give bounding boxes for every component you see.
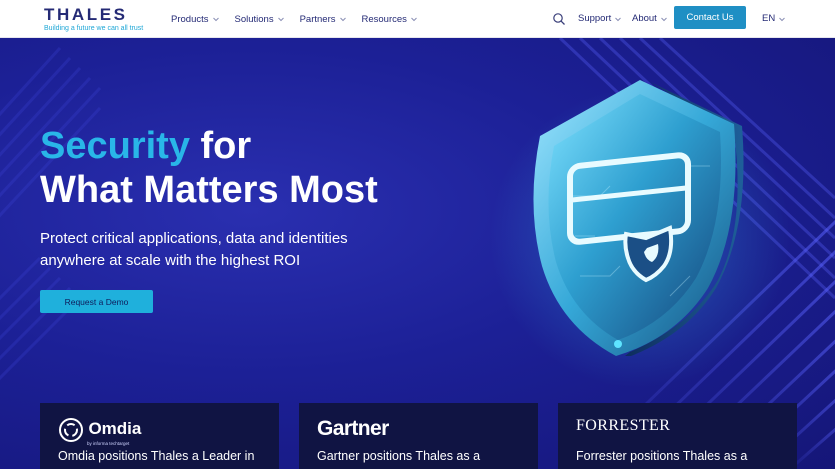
- analyst-card-omdia[interactable]: Omdia by informa techtarget Omdia positi…: [40, 403, 279, 469]
- nav-item-label: Products: [171, 13, 209, 25]
- chevron-down-icon: [211, 14, 221, 24]
- nav-item-label: Solutions: [234, 13, 274, 25]
- card-text: Forrester positions Thales as a: [576, 449, 748, 463]
- about-menu[interactable]: About: [632, 13, 669, 24]
- nav-item-resources[interactable]: Resources: [362, 14, 419, 25]
- omdia-wordmark: Omdia: [88, 419, 142, 439]
- analyst-card-gartner[interactable]: Gartner Gartner positions Thales as a: [299, 403, 538, 469]
- headline-accent: Security: [40, 125, 190, 167]
- contact-us-button[interactable]: Contact Us: [674, 6, 746, 29]
- main-menu: Products Solutions Partners Resources: [171, 0, 433, 38]
- card-text: Omdia positions Thales a Leader in: [58, 449, 255, 463]
- omdia-mark-icon: [59, 418, 83, 442]
- hero-headline: Security for What Matters Most: [40, 124, 460, 212]
- chevron-down-icon: [409, 14, 419, 24]
- subtext-line-2: anywhere at scale with the highest ROI: [40, 252, 301, 269]
- omdia-subbrand: by informa techtarget: [87, 441, 130, 446]
- nav-item-label: Resources: [361, 13, 407, 25]
- analyst-card-forrester[interactable]: FORRESTER Forrester positions Thales as …: [558, 403, 797, 469]
- tagline-part-2: we can all trust: [96, 25, 144, 32]
- about-label: About: [632, 13, 657, 24]
- gartner-wordmark: Gartner: [317, 417, 389, 440]
- thales-logo[interactable]: THALES Building a future we can all trus…: [44, 6, 156, 34]
- nav-item-solutions[interactable]: Solutions: [235, 14, 286, 25]
- nav-item-partners[interactable]: Partners: [300, 14, 348, 25]
- forrester-logo: FORRESTER: [576, 417, 670, 435]
- omdia-logo: Omdia by informa techtarget: [58, 417, 141, 446]
- logo-wordmark: THALES: [44, 5, 128, 24]
- hero-subtext: Protect critical applications, data and …: [40, 228, 400, 272]
- request-demo-button[interactable]: Request a Demo: [40, 290, 153, 313]
- language-label: EN: [762, 13, 776, 24]
- headline-line-1-rest: for: [189, 125, 252, 167]
- nav-item-label: Partners: [299, 13, 336, 25]
- forrester-wordmark: FORRESTER: [576, 417, 671, 434]
- nav-item-products[interactable]: Products: [171, 14, 221, 25]
- gartner-logo: Gartner: [317, 417, 389, 441]
- shield-icon: [533, 80, 744, 356]
- search-icon[interactable]: [552, 12, 566, 26]
- support-label: Support: [578, 13, 612, 24]
- chevron-down-icon: [659, 14, 669, 24]
- subtext-line-1: Protect critical applications, data and …: [40, 230, 348, 247]
- headline-line-2: What Matters Most: [40, 169, 378, 211]
- logo-tagline: Building a future we can all trust: [44, 24, 156, 33]
- top-navigation-bar: THALES Building a future we can all trus…: [0, 0, 835, 38]
- chevron-down-icon: [338, 14, 348, 24]
- chevron-down-icon: [777, 14, 787, 24]
- support-menu[interactable]: Support: [578, 13, 623, 24]
- tagline-part-1: Building a future: [44, 25, 97, 32]
- chevron-down-icon: [276, 14, 286, 24]
- chevron-down-icon: [613, 14, 623, 24]
- language-selector[interactable]: EN: [762, 13, 787, 24]
- card-text: Gartner positions Thales as a: [317, 449, 481, 463]
- hero-section: Security for What Matters Most Protect c…: [0, 38, 835, 469]
